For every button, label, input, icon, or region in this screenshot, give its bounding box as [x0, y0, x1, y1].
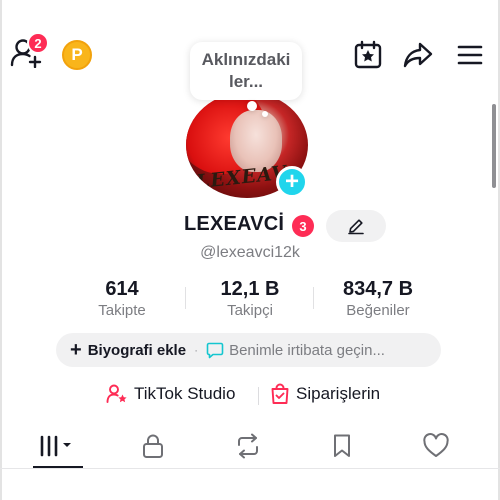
- orders-label: Siparişlerin: [296, 384, 381, 403]
- stat-value: 12,1 B: [220, 278, 280, 300]
- scrollbar[interactable]: [492, 104, 496, 188]
- stat-label: Takipçi: [227, 302, 273, 319]
- lock-icon: [143, 434, 163, 458]
- bio-separator: ·: [194, 343, 199, 357]
- tab-favorites[interactable]: [322, 429, 362, 463]
- chat-bubble-icon: [206, 341, 224, 359]
- note-bubble[interactable]: Aklınızdaki ler...: [190, 42, 302, 100]
- tab-videos[interactable]: [38, 429, 78, 463]
- tab-reposts[interactable]: [228, 429, 268, 463]
- stat-followers[interactable]: 12,1 B Takipçi: [186, 277, 314, 321]
- heart-icon: [423, 433, 449, 457]
- tab-private[interactable]: [133, 429, 173, 463]
- profile-stats: 614 Takipte 12,1 B Takipçi 834,7 B Beğen…: [58, 277, 442, 321]
- grid-dropdown-icon: [40, 435, 71, 457]
- note-bubble-tail: [247, 101, 257, 111]
- shopping-bag-icon: [270, 383, 290, 405]
- friends-badge: 2: [27, 32, 49, 54]
- repost-icon: [238, 433, 258, 459]
- add-photo-plus-icon[interactable]: +: [276, 166, 308, 198]
- calendar-star-icon: [354, 40, 382, 69]
- bookmark-icon: [334, 434, 350, 457]
- contact-label[interactable]: Benimle irtibata geçin...: [229, 342, 385, 359]
- username: LEXEAVCİ: [184, 213, 285, 235]
- events-button[interactable]: [350, 38, 386, 72]
- stat-likes[interactable]: 834,7 B Beğeniler: [314, 277, 442, 321]
- stat-value: 834,7 B: [342, 278, 414, 300]
- tiktok-studio-link[interactable]: TikTok Studio: [106, 383, 235, 405]
- stat-label: Beğeniler: [346, 302, 410, 319]
- share-button[interactable]: [400, 38, 436, 72]
- links-separator: [258, 387, 259, 405]
- hamburger-menu-icon: [457, 45, 483, 65]
- tiktok-studio-label: TikTok Studio: [134, 384, 236, 403]
- orders-link[interactable]: Siparişlerin: [270, 383, 380, 405]
- coin-icon[interactable]: P: [62, 40, 92, 70]
- username-row: LEXEAVCİ 3: [0, 210, 500, 242]
- plus-icon: +: [70, 339, 82, 361]
- creator-star-icon: [106, 383, 128, 405]
- edit-profile-button[interactable]: [326, 210, 386, 242]
- bio-pill[interactable]: + Biyografi ekle · Benimle irtibata geçi…: [56, 333, 441, 367]
- stat-label: Takipte: [98, 302, 146, 319]
- profile-tabs: [0, 423, 500, 469]
- note-bubble-tail-small: [262, 111, 268, 117]
- tab-liked[interactable]: [416, 429, 456, 463]
- pencil-icon: [348, 219, 364, 235]
- user-handle: @lexeavci12k: [200, 244, 300, 261]
- username-badge: 3: [292, 215, 314, 237]
- add-bio-label[interactable]: Biyografi ekle: [88, 342, 186, 359]
- share-arrow-icon: [403, 42, 433, 68]
- profile-links: TikTok Studio Siparişlerin: [0, 383, 500, 409]
- menu-button[interactable]: [452, 38, 488, 72]
- stat-value: 614: [105, 278, 139, 300]
- tabs-divider: [0, 468, 500, 469]
- stat-following[interactable]: 614 Takipte: [58, 277, 186, 321]
